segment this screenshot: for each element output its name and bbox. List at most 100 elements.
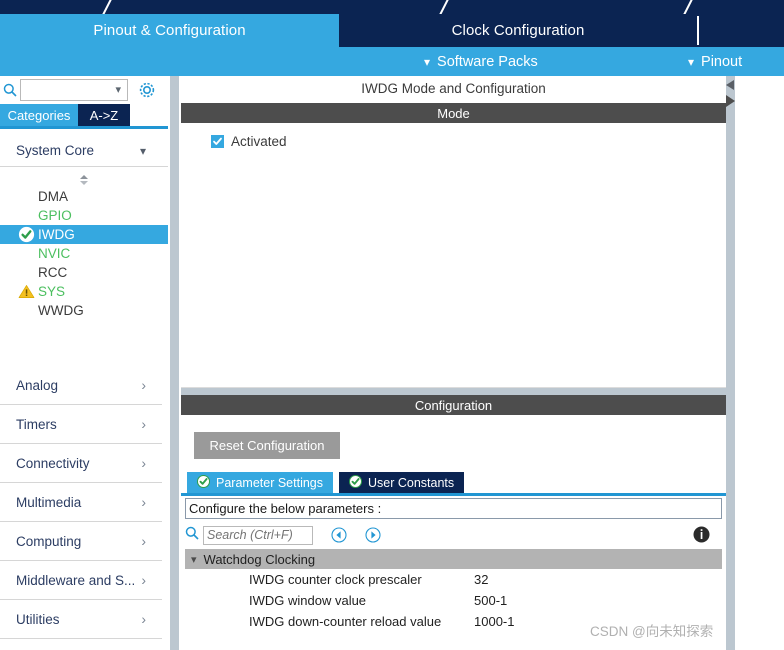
tab-parameter-settings[interactable]: Parameter Settings — [187, 472, 333, 493]
chevron-down-icon: ▾ — [115, 84, 121, 96]
tab-pinout-configuration-label: Pinout & Configuration — [93, 22, 246, 39]
menu-pinout[interactable]: ▾ Pinout — [688, 47, 742, 76]
chevron-right-icon: › — [141, 455, 146, 471]
category-analog-label: Analog — [16, 377, 59, 393]
mode-section-body: Activated — [181, 123, 726, 388]
tab-categories[interactable]: Categories — [0, 104, 78, 126]
page-title: IWDG Mode and Configuration — [181, 76, 726, 102]
sidebar-item-gpio[interactable]: GPIO — [0, 206, 168, 225]
tab-user-constants[interactable]: User Constants — [339, 472, 465, 493]
tab-divider — [697, 16, 699, 45]
chevron-down-icon: ▾ — [191, 553, 197, 566]
parameter-name: IWDG window value — [249, 593, 367, 608]
tab-pinout-configuration[interactable]: Pinout & Configuration — [0, 14, 339, 47]
tab-edge-decoration — [436, 0, 450, 14]
activated-checkbox[interactable] — [211, 135, 224, 148]
sidebar-item-wwdg[interactable]: WWDG — [0, 301, 168, 320]
sub-tool-bar: ▾ Software Packs ▾ Pinout — [0, 47, 784, 76]
check-circle-icon — [349, 474, 362, 491]
category-utilities[interactable]: Utilities › — [0, 600, 162, 639]
table-group-watchdog-clocking[interactable]: ▾ Watchdog Clocking — [185, 549, 722, 569]
right-panel-splitter[interactable] — [726, 76, 735, 650]
sidebar-search-row: ▾ — [0, 76, 168, 104]
tab-a-to-z[interactable]: A->Z — [78, 104, 130, 126]
sidebar-tab-underline — [0, 126, 168, 129]
stm32cubemx-window: Pinout & Configuration Clock Configurati… — [0, 0, 784, 650]
category-multimedia[interactable]: Multimedia › — [0, 483, 162, 522]
parameter-tab-underline — [181, 493, 726, 496]
activated-checkbox-row[interactable]: Activated — [211, 134, 287, 149]
tab-categories-label: Categories — [7, 107, 71, 123]
check-circle-icon — [197, 474, 210, 491]
chevron-down-icon: ▾ — [424, 54, 431, 69]
configuration-section-header-label: Configuration — [414, 397, 493, 413]
sidebar-view-tabs: Categories A->Z — [0, 104, 168, 126]
tab-parameter-settings-label: Parameter Settings — [216, 475, 323, 490]
category-connectivity-label: Connectivity — [16, 455, 90, 471]
sidebar-item-sys[interactable]: SYS — [0, 282, 168, 301]
warning-icon — [18, 283, 35, 300]
configuration-section-body: Reset Configuration Parameter Settings U… — [181, 415, 726, 650]
sidebar-item-iwdg-label: IWDG — [38, 227, 75, 242]
category-connectivity[interactable]: Connectivity › — [0, 444, 162, 483]
triangle-left-icon[interactable] — [726, 80, 734, 90]
category-timers[interactable]: Timers › — [0, 405, 162, 444]
search-input[interactable]: ▾ — [20, 79, 128, 101]
page-title-label: IWDG Mode and Configuration — [361, 81, 546, 96]
configuration-section-header: Configuration — [181, 395, 726, 415]
parameter-value[interactable]: 32 — [474, 572, 722, 587]
peripheral-list: DMA GPIO IWDG NVIC RCC SYS WWDG — [0, 187, 168, 320]
category-analog[interactable]: Analog › — [0, 366, 162, 405]
check-icon — [213, 137, 222, 145]
prev-circle-icon[interactable] — [331, 527, 347, 543]
top-strip — [0, 0, 784, 14]
activated-checkbox-label: Activated — [231, 134, 287, 149]
category-middleware[interactable]: Middleware and S... › — [0, 561, 162, 600]
triangle-right-icon[interactable] — [726, 95, 735, 107]
left-sidebar: ▾ Categories A->Z System Core ▾ DMA GPIO… — [0, 76, 168, 650]
tab-clock-configuration[interactable]: Clock Configuration — [339, 14, 697, 47]
mode-section-header-label: Mode — [437, 105, 470, 121]
configure-hint: Configure the below parameters : — [185, 498, 722, 519]
sidebar-item-iwdg[interactable]: IWDG — [0, 225, 168, 244]
sidebar-group-system-core[interactable]: System Core ▾ — [0, 135, 168, 167]
sidebar-item-rcc-label: RCC — [38, 265, 68, 280]
sidebar-splitter[interactable] — [168, 76, 181, 650]
chevron-right-icon: › — [141, 611, 146, 627]
category-multimedia-label: Multimedia — [16, 494, 82, 510]
sidebar-item-nvic[interactable]: NVIC — [0, 244, 168, 263]
sidebar-item-rcc[interactable]: RCC — [0, 263, 168, 282]
sidebar-item-nvic-label: NVIC — [38, 246, 71, 261]
sidebar-item-gpio-label: GPIO — [38, 208, 72, 223]
parameter-search-row — [185, 523, 722, 547]
chevron-right-icon: › — [141, 377, 146, 393]
tab-a-to-z-label: A->Z — [89, 107, 119, 123]
table-row[interactable]: IWDG counter clock prescaler 32 — [185, 569, 722, 590]
menu-pinout-label: Pinout — [701, 53, 743, 70]
reset-configuration-button[interactable]: Reset Configuration — [194, 432, 340, 459]
parameter-search-input[interactable] — [203, 525, 313, 545]
parameter-value[interactable]: 500-1 — [474, 593, 722, 608]
sidebar-item-sys-label: SYS — [38, 284, 66, 299]
sidebar-item-wwdg-label: WWDG — [38, 303, 84, 318]
menu-software-packs-label: Software Packs — [437, 53, 538, 70]
info-icon[interactable] — [693, 526, 710, 543]
sidebar-item-dma[interactable]: DMA — [0, 187, 168, 206]
chevron-down-icon: ▾ — [688, 54, 695, 69]
table-row[interactable]: IWDG window value 500-1 — [185, 590, 722, 611]
mode-section-header: Mode — [181, 103, 726, 123]
sidebar-group-system-core-label: System Core — [16, 143, 95, 158]
gear-icon[interactable] — [137, 80, 157, 100]
chevron-right-icon: › — [141, 416, 146, 432]
category-timers-label: Timers — [16, 416, 57, 432]
category-computing[interactable]: Computing › — [0, 522, 162, 561]
menu-software-packs[interactable]: ▾ Software Packs — [424, 47, 538, 76]
chevron-right-icon: › — [141, 533, 146, 549]
splitter-grip[interactable] — [170, 76, 179, 650]
search-icon — [1, 79, 19, 101]
table-group-watchdog-clocking-label: Watchdog Clocking — [203, 551, 316, 567]
sidebar-item-dma-label: DMA — [38, 189, 68, 204]
search-icon — [185, 526, 199, 545]
next-circle-icon[interactable] — [365, 527, 381, 543]
check-icon — [18, 226, 35, 243]
